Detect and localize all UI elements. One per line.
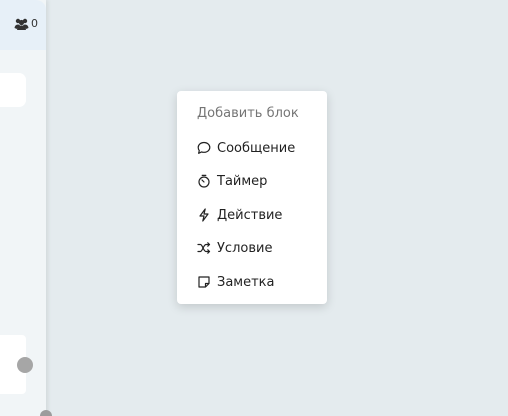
menu-item-timer[interactable]: Таймер <box>177 166 327 196</box>
panel-header: 0 <box>0 0 46 50</box>
menu-item-label: Условие <box>217 240 273 256</box>
side-panel: 0 <box>0 0 46 416</box>
add-block-menu: Добавить блок Сообщение Таймер Действие … <box>177 91 327 304</box>
menu-item-label: Таймер <box>217 173 268 189</box>
menu-item-label: Действие <box>217 207 283 223</box>
timer-icon <box>197 174 211 188</box>
workspace-canvas[interactable]: 0 Добавить блок Сообщение Таймер Действи… <box>0 0 508 416</box>
menu-item-label: Сообщение <box>217 140 296 156</box>
shuffle-icon <box>197 241 211 255</box>
menu-item-action[interactable]: Действие <box>177 200 327 230</box>
menu-item-message[interactable]: Сообщение <box>177 133 327 163</box>
menu-item-note[interactable]: Заметка <box>177 267 327 297</box>
menu-title: Добавить блок <box>197 106 299 121</box>
members-count: 0 <box>31 17 38 30</box>
members-indicator[interactable]: 0 <box>14 17 38 30</box>
connector-handle[interactable] <box>40 410 52 416</box>
note-icon <box>197 275 211 289</box>
block-card[interactable] <box>0 73 26 107</box>
lightning-icon <box>197 208 211 222</box>
menu-item-label: Заметка <box>217 274 275 290</box>
connector-handle[interactable] <box>17 357 33 373</box>
users-icon <box>14 18 29 30</box>
menu-item-condition[interactable]: Условие <box>177 233 327 263</box>
message-bubble-icon <box>197 141 211 155</box>
